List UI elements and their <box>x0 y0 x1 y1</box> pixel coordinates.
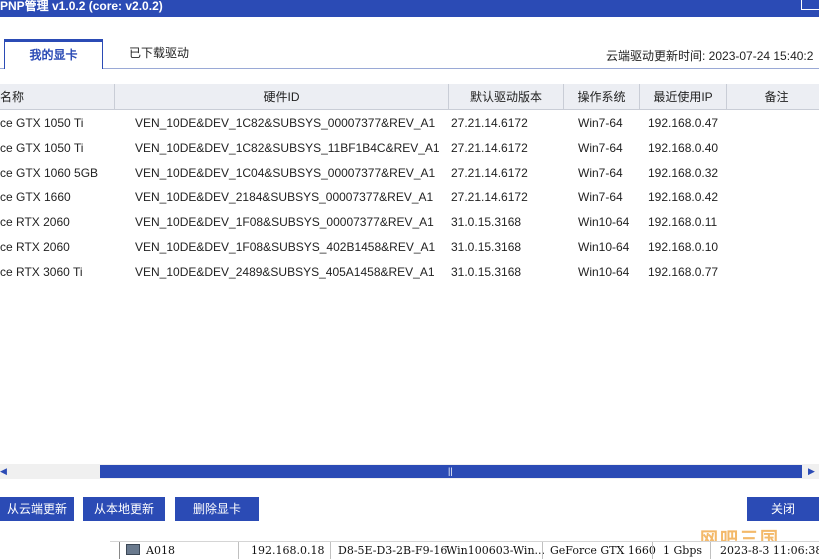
table-row[interactable]: ce GTX 1050 Ti VEN_10DE&DEV_1C82&SUBSYS_0… <box>0 111 819 136</box>
cell-hardware-id: VEN_10DE&DEV_2184&SUBSYS_00007377&REV_A1 <box>135 190 434 205</box>
column-header-hardware-id[interactable]: 硬件ID <box>115 84 449 110</box>
cell-driver-version: 31.0.15.3168 <box>451 264 522 279</box>
cell-name: ce GTX 1060 5GB <box>0 165 99 180</box>
cell-os: Win7-64 <box>578 190 623 205</box>
cell-os: Win7-64 <box>578 140 623 155</box>
table-row[interactable]: ce RTX 2060 VEN_10DE&DEV_1F08&SUBSYS_0000… <box>0 210 819 235</box>
cell-hardware-id: VEN_10DE&DEV_1C82&SUBSYS_11BF1B4C&REV_A1 <box>135 140 440 155</box>
column-separator <box>652 542 653 559</box>
table-row[interactable]: ce GTX 1060 5GB VEN_10DE&DEV_1C04&SUBSYS_… <box>0 161 819 186</box>
tab-bar: 我的显卡 已下载驱动 云端驱动更新时间: 2023-07-24 15:40:2 <box>0 17 819 69</box>
client-os: Win100603-Win... <box>446 544 546 557</box>
close-button[interactable]: 关闭 <box>747 497 819 521</box>
column-header-name[interactable]: 名称 <box>0 84 115 110</box>
client-gpu: GeForce GTX 1660 <box>550 544 656 557</box>
cloud-sync-time: 云端驱动更新时间: 2023-07-24 15:40:2 <box>606 49 814 63</box>
cell-driver-version: 27.21.14.6172 <box>451 140 528 155</box>
gpu-table: 名称 硬件ID 默认驱动版本 操作系统 最近使用IP 备注 ce GTX 105… <box>0 84 819 464</box>
column-header-last-ip[interactable]: 最近使用IP <box>640 84 727 110</box>
title-bar: PNP管理 v1.0.2 (core: v2.0.2) <box>0 0 819 17</box>
cell-driver-version: 31.0.15.3168 <box>451 215 522 230</box>
table-row[interactable]: ce GTX 1660 VEN_10DE&DEV_2184&SUBSYS_0000… <box>0 185 819 210</box>
client-ip: 192.168.0.18 <box>251 544 325 557</box>
client-mac: D8-5E-D3-2B-F9-16 <box>338 544 448 557</box>
cell-os: Win10-64 <box>578 264 630 279</box>
table-header: 名称 硬件ID 默认驱动版本 操作系统 最近使用IP 备注 <box>0 84 819 110</box>
cell-name: ce RTX 2060 <box>0 240 70 254</box>
cell-hardware-id: VEN_10DE&DEV_1C82&SUBSYS_00007377&REV_A1 <box>135 116 436 130</box>
column-separator <box>330 542 331 559</box>
client-speed: 1 Gbps <box>663 544 703 557</box>
cell-driver-version: 27.21.14.6172 <box>451 116 528 130</box>
cell-os: Win7-64 <box>578 116 623 130</box>
client-time: 2023-8-3 11:06:38 <box>720 544 819 557</box>
cell-last-ip: 192.168.0.11 <box>648 215 718 230</box>
cell-last-ip: 192.168.0.77 <box>648 264 719 279</box>
table-row[interactable]: ce RTX 3060 Ti VEN_10DE&DEV_2489&SUBSYS_4… <box>0 260 819 285</box>
cell-name: ce GTX 1660 <box>0 190 71 205</box>
window-title: PNP管理 v1.0.2 (core: v2.0.2) <box>0 0 163 13</box>
tab-downloaded-drivers[interactable]: 已下载驱动 <box>110 39 208 69</box>
background-client-row[interactable]: A018 192.168.0.18 D8-5E-D3-2B-F9-16 Win1… <box>110 541 819 559</box>
update-from-local-button[interactable]: 从本地更新 <box>83 497 165 521</box>
cell-os: Win10-64 <box>578 215 630 230</box>
cell-driver-version: 27.21.14.6172 <box>451 165 528 180</box>
cell-os: Win10-64 <box>578 240 630 254</box>
update-from-cloud-button[interactable]: 从云端更新 <box>0 497 74 521</box>
cell-hardware-id: VEN_10DE&DEV_2489&SUBSYS_405A1458&REV_A1 <box>135 264 435 279</box>
cell-os: Win7-64 <box>578 165 623 180</box>
horizontal-scrollbar[interactable]: ◀ || ▶ <box>0 464 819 479</box>
cell-last-ip: 192.168.0.40 <box>648 140 719 155</box>
column-separator <box>542 542 543 559</box>
computer-icon <box>126 544 140 555</box>
tab-my-gpus[interactable]: 我的显卡 <box>4 39 103 69</box>
grip-icon: || <box>448 466 453 476</box>
tab-divider <box>0 68 819 69</box>
scroll-right-icon[interactable]: ▶ <box>804 464 819 479</box>
delete-gpu-button[interactable]: 删除显卡 <box>175 497 259 521</box>
scroll-left-icon[interactable]: ◀ <box>0 464 10 479</box>
row-handle <box>110 542 120 559</box>
column-header-remark[interactable]: 备注 <box>727 84 819 110</box>
cell-name: ce GTX 1050 Ti <box>0 140 84 155</box>
column-separator <box>238 542 239 559</box>
client-name: A018 <box>146 544 175 557</box>
cell-hardware-id: VEN_10DE&DEV_1F08&SUBSYS_00007377&REV_A1 <box>135 215 434 230</box>
cell-last-ip: 192.168.0.42 <box>648 190 719 205</box>
cell-hardware-id: VEN_10DE&DEV_1F08&SUBSYS_402B1458&REV_A1 <box>135 240 436 254</box>
cell-hardware-id: VEN_10DE&DEV_1C04&SUBSYS_00007377&REV_A1 <box>135 165 436 180</box>
cell-last-ip: 192.168.0.47 <box>648 116 719 130</box>
column-header-os[interactable]: 操作系统 <box>564 84 640 110</box>
cell-last-ip: 192.168.0.10 <box>648 240 719 254</box>
window-control-button[interactable] <box>801 0 819 10</box>
cell-driver-version: 31.0.15.3168 <box>451 240 522 254</box>
cell-name: ce RTX 3060 Ti <box>0 264 83 279</box>
column-header-driver-version[interactable]: 默认驱动版本 <box>449 84 564 110</box>
cell-name: ce RTX 2060 <box>0 215 70 230</box>
table-row[interactable]: ce GTX 1050 Ti VEN_10DE&DEV_1C82&SUBSYS_1… <box>0 136 819 161</box>
table-row[interactable]: ce RTX 2060 VEN_10DE&DEV_1F08&SUBSYS_402B… <box>0 235 819 260</box>
cell-last-ip: 192.168.0.32 <box>648 165 719 180</box>
column-separator <box>710 542 711 559</box>
scrollbar-thumb[interactable]: || <box>100 465 802 478</box>
cell-name: ce GTX 1050 Ti <box>0 116 84 130</box>
cell-driver-version: 27.21.14.6172 <box>451 190 528 205</box>
